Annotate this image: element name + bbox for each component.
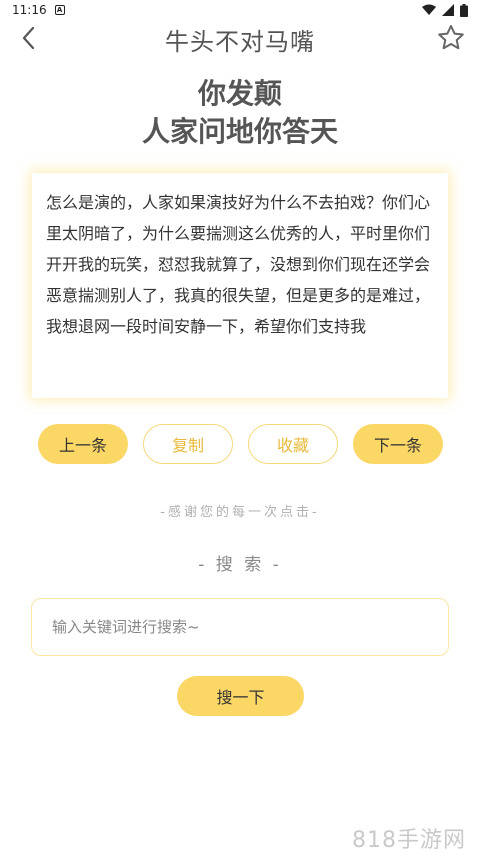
search-input[interactable] xyxy=(31,598,449,656)
copy-button[interactable]: 复制 xyxy=(143,424,233,464)
wifi-icon xyxy=(422,4,436,15)
app-bar: 牛头不对马嘴 xyxy=(0,20,480,56)
favorite-button[interactable]: 收藏 xyxy=(248,424,338,464)
signal-icon xyxy=(442,4,454,16)
status-time: 11:16 xyxy=(12,3,47,17)
riddle-title-line2: 人家问地你答天 xyxy=(141,115,338,148)
answer-text: 怎么是演的，人家如果演技好为什么不去拍戏？你们心里太阴暗了，为什么要揣测这么优秀… xyxy=(46,193,431,336)
answer-card: 怎么是演的，人家如果演技好为什么不去拍戏？你们心里太阴暗了，为什么要揣测这么优秀… xyxy=(32,173,448,398)
battery-icon xyxy=(460,3,468,17)
thanks-text: -感谢您的每一次点击- xyxy=(160,505,320,520)
search-heading: - 搜 索 - xyxy=(198,555,282,575)
status-right xyxy=(422,3,468,17)
status-bar: 11:16 A xyxy=(0,0,480,20)
watermark: 818手游网 xyxy=(352,828,466,853)
prev-button[interactable]: 上一条 xyxy=(38,424,128,464)
riddle-title-line1: 你发颠 xyxy=(197,77,282,110)
status-left: 11:16 A xyxy=(12,3,65,17)
star-outline-icon xyxy=(438,25,464,50)
page-title: 牛头不对马嘴 xyxy=(165,28,315,56)
a-badge-icon: A xyxy=(54,5,65,15)
search-button[interactable]: 搜一下 xyxy=(177,676,304,716)
favorite-star-button[interactable] xyxy=(436,23,466,53)
next-button[interactable]: 下一条 xyxy=(353,424,443,464)
